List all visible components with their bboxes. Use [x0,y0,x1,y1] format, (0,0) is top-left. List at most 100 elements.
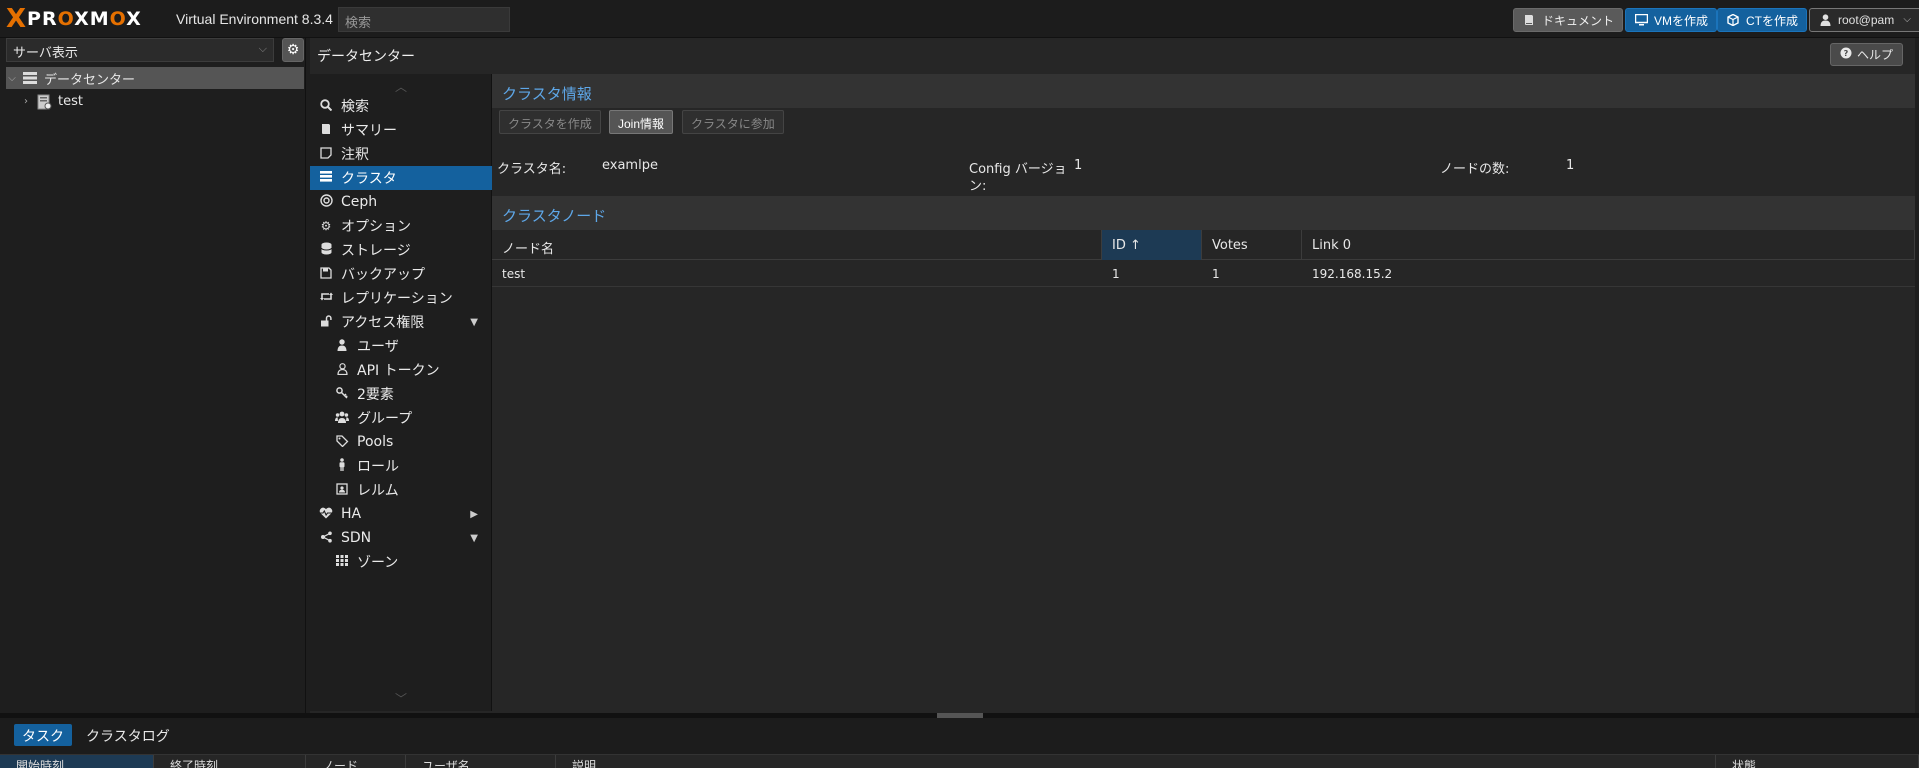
menu-item-backup[interactable]: バックアップ [310,262,492,286]
documentation-label: ドキュメント [1542,13,1615,28]
column-description[interactable]: 説明 [556,755,1716,768]
unlock-icon [319,314,333,330]
config-version-value: 1 [1074,158,1083,173]
menu-item-two-factor[interactable]: 2要素 [310,382,492,406]
menu-item-label: ユーザ [357,339,399,355]
heartbeat-icon [319,507,333,522]
node-count-label: ノードの数: [1440,162,1510,177]
top-header: X PROXMOX Virtual Environment 8.3.4 検索 ド… [0,0,1919,38]
menu-item-replication[interactable]: レプリケーション [310,286,492,310]
nodes-grid-header: ノード名 ID ↑ Votes Link 0 [492,230,1915,260]
column-id-sorted[interactable]: ID ↑ [1102,230,1202,260]
table-row[interactable]: test 1 1 192.168.15.2 [492,261,1915,287]
menu-item-storage[interactable]: ストレージ [310,238,492,262]
column-node[interactable]: ノード [306,755,406,768]
menu-item-label: バックアップ [341,267,425,283]
menu-item-options[interactable]: ⚙ オプション [310,214,492,238]
menu-item-realms[interactable]: レルム [310,478,492,502]
menu-item-zones[interactable]: ゾーン [310,550,492,574]
tree-item-node-test[interactable]: › test [20,90,304,112]
menu-item-cluster[interactable]: クラスタ [310,166,492,190]
cube-icon [1726,13,1740,27]
menu-item-roles[interactable]: ロール [310,454,492,478]
ceph-icon [319,194,333,210]
menu-item-sdn[interactable]: SDN ▼ [310,526,492,550]
menu-item-search[interactable]: 検索 [310,94,492,118]
cell-id: 1 [1112,267,1120,281]
database-icon [319,242,333,258]
scroll-up-icon[interactable]: ︿ [310,78,492,94]
column-end-time[interactable]: 終了時刻 [154,755,306,768]
join-cluster-button[interactable]: クラスタに参加 [682,110,784,134]
cluster-panel: クラスタ情報 クラスタを作成 Join情報 クラスタに参加 クラスタ名: exa… [492,74,1915,711]
menu-item-label: クラスタ [341,171,397,187]
menu-item-api-tokens[interactable]: API トークン [310,358,492,382]
book-icon [319,123,333,138]
cluster-name-value: examlpe [602,158,658,173]
menu-item-label: グループ [357,411,413,427]
logo-wordmark: PROXMOX [27,8,142,30]
column-link0[interactable]: Link 0 [1302,230,1915,260]
column-votes[interactable]: Votes [1202,230,1302,260]
grid-icon [335,555,349,569]
menu-item-groups[interactable]: グループ [310,406,492,430]
users-icon [335,411,349,426]
menu-item-label: 2要素 [357,387,394,403]
column-status[interactable]: 状態 [1716,755,1919,768]
proxmox-logo[interactable]: X PROXMOX [6,6,142,32]
menu-item-label: サマリー [341,123,397,139]
create-ct-label: CTを作成 [1746,13,1798,28]
cluster-info-header: クラスタ情報 [492,74,1915,108]
menu-item-pools[interactable]: Pools [310,430,492,454]
menu-item-summary[interactable]: サマリー [310,118,492,142]
menu-item-label: Pools [357,434,394,450]
note-icon [319,146,333,162]
column-start-time[interactable]: 開始時刻 [0,755,154,768]
svg-text:?: ? [1844,49,1849,58]
create-vm-button[interactable]: VMを作成 [1625,8,1718,32]
join-information-button[interactable]: Join情報 [609,110,674,134]
chevron-down-icon: ⌵ [1903,14,1911,25]
retweet-icon [319,291,333,305]
menu-item-label: ゾーン [357,555,399,571]
view-selector-value: サーバ表示 [13,46,78,61]
tree-settings-button[interactable]: ⚙ [282,38,304,62]
user-name: root@pam [1838,13,1895,27]
gear-icon: ⚙ [320,219,332,233]
key-icon [335,386,349,402]
log-panel: タスク クラスタログ 開始時刻 終了時刻 ノード ユーザ名 説明 状態 [0,718,1919,768]
desktop-icon [1634,13,1648,27]
column-user[interactable]: ユーザ名 [406,755,556,768]
chevron-down-icon: ⌵ [258,42,267,55]
menu-item-label: レルム [357,483,399,499]
menu-item-ha[interactable]: HA ▶ [310,502,492,526]
create-cluster-button[interactable]: クラスタを作成 [499,110,601,134]
view-selector[interactable]: サーバ表示 ⌵ [6,38,274,62]
menu-item-ceph[interactable]: Ceph [310,190,492,214]
tab-cluster-log[interactable]: クラスタログ [78,724,178,746]
config-version-label-wrap: ン: [969,179,987,194]
search-input[interactable]: 検索 [338,7,510,32]
user-menu-button[interactable]: root@pam ⌵ [1809,8,1919,32]
content-area: データセンター ? ヘルプ ︿ 検索 サマリー 注釈 クラスタ Ceph ⚙ オ… [310,38,1915,713]
menu-item-label: Ceph [341,194,378,210]
menu-item-users[interactable]: ユーザ [310,334,492,358]
tree-item-datacenter[interactable]: ⌵ データセンター [6,67,304,89]
help-button[interactable]: ? ヘルプ [1829,43,1903,66]
cluster-nodes-title: クラスタノード [502,207,607,225]
male-icon [335,458,349,474]
cluster-name-label: クラスタ名: [497,162,567,177]
caret-down-icon: ▼ [470,316,478,328]
documentation-button[interactable]: ドキュメント [1513,8,1624,32]
cluster-toolbar: クラスタを作成 Join情報 クラスタに参加 [492,110,1915,140]
tab-tasks[interactable]: タスク [14,724,72,746]
create-ct-button[interactable]: CTを作成 [1717,8,1807,32]
column-node-name[interactable]: ノード名 [492,230,1102,260]
menu-item-notes[interactable]: 注釈 [310,142,492,166]
user-outline-icon [335,362,349,378]
cluster-info-title: クラスタ情報 [502,85,592,103]
menu-item-permissions[interactable]: アクセス権限 ▼ [310,310,492,334]
cell-node-name: test [502,267,526,281]
scroll-down-icon[interactable]: ﹀ [310,690,492,706]
node-count-value: 1 [1566,158,1575,173]
